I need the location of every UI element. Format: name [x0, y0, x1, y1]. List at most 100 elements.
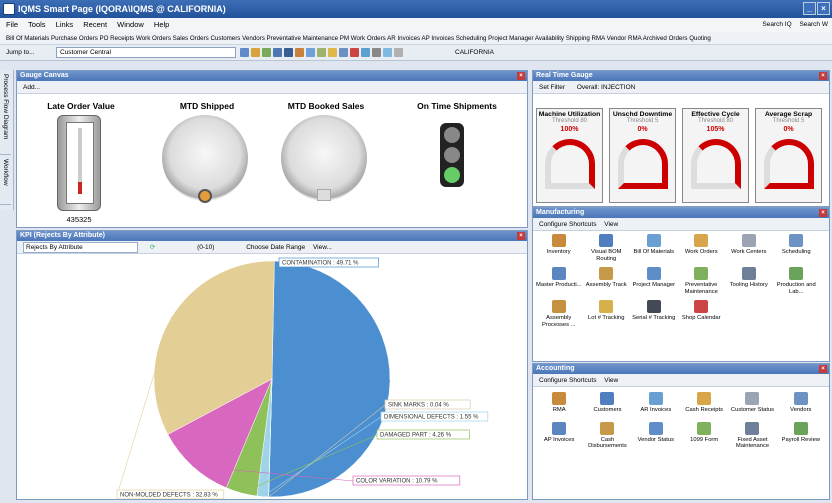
- shortcut-label: Vendor Status: [637, 436, 675, 443]
- traffic-light: [440, 123, 464, 187]
- manufacturing-shortcut[interactable]: Preventative Maintenance: [678, 267, 726, 295]
- accounting-shortcut[interactable]: AP Invoices: [535, 421, 583, 450]
- gauge-value: 100%: [560, 126, 579, 133]
- view-menu[interactable]: View: [604, 377, 618, 384]
- search-iq-link[interactable]: Search IQ: [762, 21, 791, 28]
- shortcut-icon: [789, 267, 804, 280]
- configure-shortcuts-button[interactable]: Configure Shortcuts: [539, 221, 596, 228]
- menu-tools[interactable]: Tools: [28, 20, 46, 29]
- kpi-select[interactable]: Rejects By Attribute: [23, 242, 138, 253]
- menu-help[interactable]: Help: [154, 20, 169, 29]
- kpi-panel: KPI (Rejects By Attribute) × Rejects By A…: [16, 230, 528, 500]
- choose-date-range-button[interactable]: Choose Date Range: [246, 244, 305, 251]
- manufacturing-shortcut[interactable]: Assembly Processes ...: [535, 300, 583, 328]
- pie-slice-contamination[interactable]: [268, 260, 391, 498]
- add-gauge-button[interactable]: Add...: [23, 84, 40, 91]
- accounting-shortcut[interactable]: Vendor Status: [632, 421, 680, 450]
- shortcut-icon: [599, 267, 614, 280]
- manufacturing-shortcut[interactable]: Work Centers: [725, 234, 773, 262]
- configure-shortcuts-button[interactable]: Configure Shortcuts: [539, 377, 596, 384]
- close-panel-icon[interactable]: ×: [819, 72, 827, 80]
- manufacturing-shortcut[interactable]: Scheduling: [773, 234, 821, 262]
- manufacturing-shortcut[interactable]: Shop Calendar: [678, 300, 726, 328]
- meter-icon: [690, 139, 741, 189]
- shortcut-label: Assembly Track: [585, 282, 627, 288]
- manufacturing-shortcut[interactable]: Visual BOM Routing: [583, 234, 631, 262]
- shortcut-icon: [697, 392, 712, 405]
- data-label: COLOR VARIATION : 10.79 %: [356, 479, 438, 485]
- shortcut-label: Cash Receipts: [685, 407, 723, 413]
- shortcut-label: Fixed Asset Maintenance: [735, 436, 770, 450]
- manufacturing-shortcut[interactable]: Assembly Track: [583, 267, 631, 295]
- menu-recent[interactable]: Recent: [83, 20, 107, 29]
- close-panel-icon[interactable]: ×: [517, 72, 525, 80]
- shortcut-label: Tooling History: [729, 282, 768, 288]
- minimize-button[interactable]: _: [803, 2, 816, 15]
- window-title: IQMS Smart Page (IQORA\IQMS @ CALIFORNIA…: [18, 4, 226, 14]
- view-menu[interactable]: View: [604, 221, 618, 228]
- app-icon: [3, 3, 15, 15]
- manufacturing-shortcut[interactable]: Work Orders: [678, 234, 726, 262]
- view-menu[interactable]: View...: [313, 244, 332, 251]
- accounting-shortcut[interactable]: AR Invoices: [632, 392, 680, 414]
- accounting-shortcut[interactable]: Vendors: [777, 392, 825, 414]
- manufacturing-shortcut[interactable]: Serial # Tracking: [630, 300, 678, 328]
- close-panel-icon[interactable]: ×: [819, 365, 827, 373]
- accounting-shortcuts: RMA Customers AR Invoices Cash Receipts Cust…: [535, 392, 825, 450]
- late-order-value-label: Late Order Value: [47, 101, 115, 111]
- shortcut-icon: [646, 234, 661, 247]
- thermometer-gauge: [57, 115, 101, 211]
- manufacturing-shortcut[interactable]: Inventory: [535, 234, 583, 262]
- shortcut-icon: [745, 392, 760, 405]
- menu-window[interactable]: Window: [117, 20, 144, 29]
- manufacturing-shortcut[interactable]: Project Manager: [630, 267, 678, 295]
- shortcut-label: Customer Status: [730, 407, 775, 413]
- shortcut-icon: [600, 392, 615, 405]
- tab-workflow[interactable]: Workflow: [0, 155, 11, 205]
- tab-process-flow-diagram[interactable]: Process Flow Diagram: [0, 70, 11, 155]
- search-web-link[interactable]: Search W: [799, 21, 828, 28]
- accounting-shortcut[interactable]: 1099 Form: [680, 421, 728, 450]
- shortcut-label: AR Invoices: [640, 407, 672, 413]
- accounting-shortcut[interactable]: Cash Disbursements: [583, 421, 631, 450]
- shortcut-icon: [793, 421, 808, 435]
- set-filter-button[interactable]: Set Filter: [539, 84, 565, 91]
- close-panel-icon[interactable]: ×: [517, 232, 525, 240]
- manufacturing-shortcut[interactable]: Tooling History: [725, 267, 773, 295]
- gauge-value: 0%: [637, 126, 648, 133]
- shortcut-label: Master Producti...: [536, 282, 582, 288]
- shortcut-label: Shop Calendar: [681, 315, 721, 321]
- shortcut-icon: [741, 234, 756, 247]
- data-label: SINK MARKS : 0.04 %: [388, 403, 449, 409]
- shortcut-label: Production and Lab...: [776, 282, 816, 295]
- accounting-shortcut[interactable]: Fixed Asset Maintenance: [728, 421, 776, 450]
- manufacturing-shortcut[interactable]: Bill Of Materials: [630, 234, 678, 262]
- close-button[interactable]: ×: [817, 2, 830, 15]
- pie-chart: CONTAMINATION : 49.71 % SINK MARKS : 0.04…: [116, 257, 489, 499]
- menu-links[interactable]: Links: [56, 20, 74, 29]
- toolbar-icons[interactable]: [240, 48, 403, 57]
- context-select[interactable]: Customer Central: [56, 47, 236, 58]
- meter-icon: [763, 139, 814, 189]
- menu-bar: File Tools Links Recent Window Help Sear…: [0, 18, 832, 32]
- manufacturing-shortcut[interactable]: Lot # Tracking: [583, 300, 631, 328]
- menu-file[interactable]: File: [6, 20, 18, 29]
- refresh-icon[interactable]: ⟳: [150, 244, 155, 251]
- shortcut-icon: [551, 234, 566, 247]
- accounting-shortcut[interactable]: Payroll Review: [777, 421, 825, 450]
- manufacturing-shortcut[interactable]: Production and Lab...: [773, 267, 821, 295]
- accounting-shortcut[interactable]: RMA: [535, 392, 583, 414]
- accounting-shortcut[interactable]: Customer Status: [728, 392, 776, 414]
- effective-cycle-gauge: Effective Cycle Threshold 80 105%: [682, 108, 749, 203]
- meter-icon: [544, 139, 595, 189]
- shortcut-label: Assembly Processes ...: [541, 315, 576, 328]
- window-title-bar: IQMS Smart Page (IQORA\IQMS @ CALIFORNIA…: [0, 0, 832, 18]
- manufacturing-shortcut[interactable]: Master Producti...: [535, 267, 583, 295]
- jump-to-button[interactable]: Jump to...: [6, 49, 35, 56]
- accounting-shortcut[interactable]: Customers: [583, 392, 631, 414]
- quick-links-bar[interactable]: Bill Of Materials Purchase Orders PO Rec…: [0, 32, 832, 45]
- accounting-shortcut[interactable]: Cash Receipts: [680, 392, 728, 414]
- gauge-value: 105%: [706, 126, 725, 133]
- close-panel-icon[interactable]: ×: [819, 209, 827, 217]
- shortcut-label: Inventory: [546, 249, 571, 255]
